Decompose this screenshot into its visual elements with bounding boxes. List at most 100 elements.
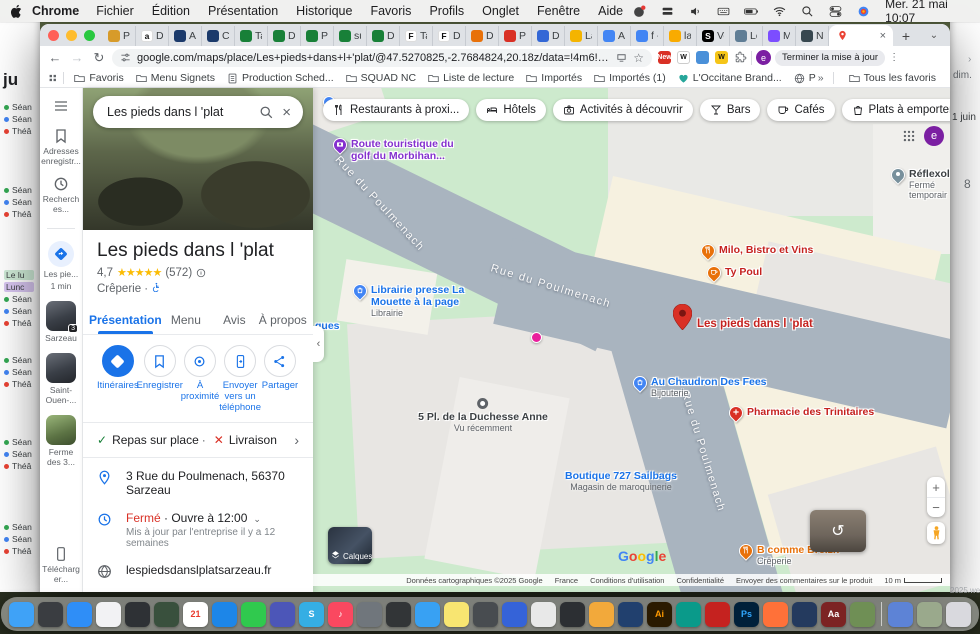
browser-tab[interactable]: SVo xyxy=(697,26,730,46)
browser-tab[interactable]: Cu xyxy=(202,26,235,46)
dock-icon-skype[interactable]: S xyxy=(299,602,324,627)
street-view-thumbnail[interactable]: ↺ xyxy=(810,510,866,552)
pink-marker-dot[interactable] xyxy=(531,332,542,343)
browser-tab[interactable]: Pr xyxy=(103,26,136,46)
dock-icon-chrome[interactable] xyxy=(531,602,556,627)
action-nearby[interactable]: À proximité xyxy=(181,345,220,414)
rail-recent-item[interactable]: Ferme des 3... xyxy=(41,415,81,467)
dock-icon-image-file[interactable] xyxy=(850,602,875,627)
poi-librairie-presse-la[interactable]: Librairie presse LaMouette à la pageLibr… xyxy=(353,284,464,318)
dock-icon-calendar[interactable]: 21 xyxy=(183,602,208,627)
minimize-window-button[interactable] xyxy=(66,30,77,41)
browser-tab[interactable]: Mi xyxy=(763,26,796,46)
menu-app-name[interactable]: Chrome xyxy=(32,4,79,18)
dock-icon-mail[interactable] xyxy=(212,602,237,627)
menu-item-aide[interactable]: Aide xyxy=(589,4,632,18)
browser-tab[interactable]: No xyxy=(796,26,829,46)
rail-item-bookmark[interactable]: Adresses enregistr... xyxy=(41,128,81,166)
place-pin-icon[interactable] xyxy=(673,304,692,335)
dock-icon-terminal-aa[interactable]: Aa xyxy=(821,602,846,627)
dock-icon-safari[interactable] xyxy=(415,602,440,627)
profile-avatar[interactable]: e xyxy=(756,50,771,65)
tab-avis[interactable]: Avis xyxy=(210,305,258,334)
menu-clock[interactable]: Mer. 21 mai 10:07 xyxy=(885,0,968,25)
dock-icon-illustrator[interactable]: Ai xyxy=(647,602,672,627)
chevron-down-icon[interactable]: ⌄ xyxy=(253,514,261,524)
browser-tab[interactable]: f - xyxy=(631,26,664,46)
browser-tab[interactable]: Ta xyxy=(235,26,268,46)
rail-item-history[interactable]: Recherch es... xyxy=(41,176,81,214)
maps-account-avatar[interactable]: e xyxy=(924,126,944,146)
tab-search-chevron[interactable]: ⌄ xyxy=(924,26,944,44)
rail-recent-item[interactable]: 3Sarzeau xyxy=(41,301,81,343)
dock-icon-finder[interactable] xyxy=(9,602,34,627)
browser-tab[interactable]: su xyxy=(334,26,367,46)
dock-icon-app-blue2[interactable] xyxy=(502,602,527,627)
battery-icon[interactable] xyxy=(744,5,759,18)
action-send-phone[interactable]: Envoyer vers un téléphone xyxy=(219,345,261,414)
window-controls[interactable] xyxy=(48,24,95,46)
site-settings-icon[interactable] xyxy=(120,52,131,63)
chip-cafe[interactable]: Cafés xyxy=(767,99,834,121)
blue-ext-icon[interactable] xyxy=(696,51,709,64)
google-apps-grid-icon[interactable] xyxy=(902,129,916,143)
dock-icon-app-teal[interactable] xyxy=(676,602,701,627)
poi-duchesse-anne[interactable]: 5 Pl. de la Duchesse AnneVu récemment xyxy=(418,398,548,433)
browser-tab[interactable]: FDé xyxy=(433,26,466,46)
volume-icon[interactable] xyxy=(688,5,703,18)
chip-restaurant[interactable]: Restaurants à proxi... xyxy=(323,99,469,121)
info-row-globe[interactable]: lespiedsdanslplatsarzeau.fr xyxy=(83,556,313,586)
dock-icon-app-gray-dark[interactable] xyxy=(386,602,411,627)
search-box[interactable]: × xyxy=(93,96,303,128)
browser-tab[interactable]: De xyxy=(532,26,565,46)
dock-icon-photos[interactable] xyxy=(96,602,121,627)
menu-item-profils[interactable]: Profils xyxy=(420,4,473,18)
menu-item-présentation[interactable]: Présentation xyxy=(199,4,287,18)
bookmark-item[interactable]: Menu Signets xyxy=(130,72,221,84)
dock-icon-app-dark[interactable] xyxy=(38,602,63,627)
all-favorites-button[interactable]: Tous les favoris xyxy=(843,72,942,84)
action-directions[interactable]: Itinéraires xyxy=(97,345,139,414)
dock-icon-photoshop[interactable]: Ps xyxy=(734,602,759,627)
wa-ext-icon[interactable]: W xyxy=(715,51,728,64)
layers-button[interactable]: Calques xyxy=(328,527,372,564)
action-share[interactable]: Partager xyxy=(261,345,299,414)
main-menu-icon[interactable] xyxy=(53,98,69,110)
info-row-phone[interactable]: 02 97 48 22 28 xyxy=(83,586,313,592)
poi-au-chaudron-des-fees[interactable]: Au Chaudron Des FeesBijouterie xyxy=(633,376,767,398)
menu-item-fenêtre[interactable]: Fenêtre xyxy=(528,4,589,18)
apple-icon[interactable] xyxy=(10,4,24,18)
bookmark-item[interactable]: SQUAD NC xyxy=(340,72,422,84)
info-row-place[interactable]: 3 Rue du Poulmenach, 56370 Sarzeau xyxy=(83,462,313,504)
clear-search-icon[interactable]: × xyxy=(282,104,291,121)
dock-icon-app-green-dark[interactable] xyxy=(154,602,179,627)
browser-tab[interactable]: aDé xyxy=(136,26,169,46)
attribution-link[interactable]: Données cartographiques ©2025 Google xyxy=(406,576,542,585)
tab-à propos[interactable]: À propos xyxy=(259,305,307,334)
dock-icon-app-slate[interactable] xyxy=(125,602,150,627)
browser-tab[interactable]: Ac xyxy=(169,26,202,46)
tab-présentation[interactable]: Présentation xyxy=(89,305,162,334)
wikipedia-ext-icon[interactable]: W xyxy=(677,51,690,64)
new-tab-button[interactable]: + xyxy=(897,27,915,45)
dock-icon-notes[interactable] xyxy=(444,602,469,627)
action-bookmark[interactable]: Enregistrer xyxy=(139,345,181,414)
wifi-icon[interactable] xyxy=(772,5,787,18)
chip-bar[interactable]: Bars xyxy=(700,99,761,121)
extensions-puzzle-icon[interactable] xyxy=(734,51,747,64)
attribution-link[interactable]: Envoyer des commentaires sur le produit xyxy=(736,576,872,585)
url-text[interactable]: google.com/maps/place/Les+pieds+dans+l+'… xyxy=(137,52,610,64)
bookmark-item[interactable]: L'Occitane Brand... xyxy=(672,72,788,84)
assistant-icon[interactable] xyxy=(856,5,871,18)
dock-icon-app-navy[interactable] xyxy=(618,602,643,627)
chevron-right-icon[interactable]: › xyxy=(294,432,299,448)
poi-milo-bistro-et-vins[interactable]: Milo, Bistro et Vins xyxy=(701,244,813,258)
browser-tab[interactable]: Ac xyxy=(598,26,631,46)
poi-ty-poul[interactable]: Ty Poul xyxy=(707,266,762,280)
info-icon[interactable] xyxy=(196,268,206,278)
browser-tab[interactable]: Dé xyxy=(466,26,499,46)
attribution-link[interactable]: France xyxy=(555,576,578,585)
poi-pharmacie-des-trinitaires[interactable]: Pharmacie des Trinitaires xyxy=(729,406,874,420)
rail-item-download-app[interactable]: Télécharg er... xyxy=(41,546,81,584)
bookmark-item[interactable]: Production Sched... xyxy=(221,72,340,84)
